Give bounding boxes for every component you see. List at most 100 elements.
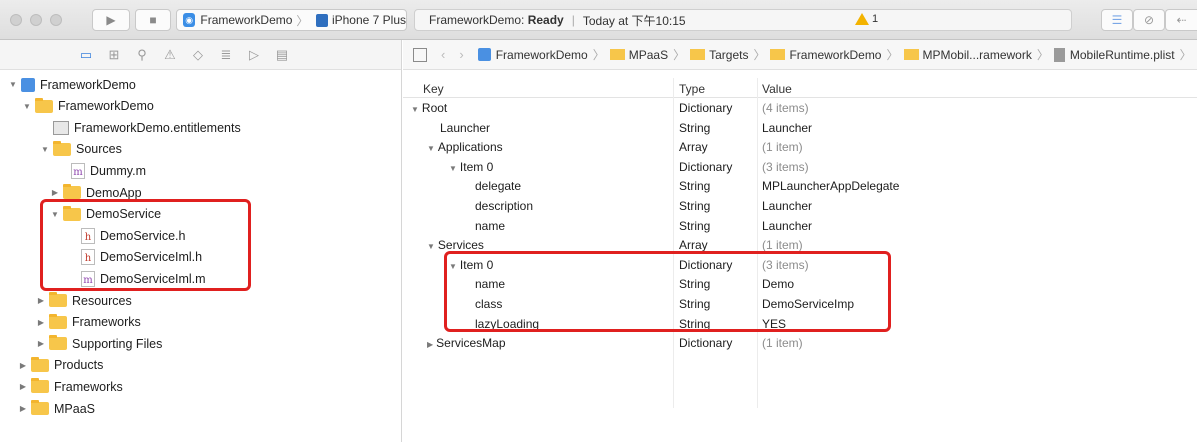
search-icon[interactable]: ⚲ bbox=[134, 47, 150, 63]
plist-type[interactable]: Array bbox=[679, 238, 708, 252]
tree-row[interactable]: h DemoService.h bbox=[0, 225, 400, 246]
plist-type[interactable]: String bbox=[679, 277, 710, 291]
run-button[interactable]: ▶ bbox=[92, 9, 130, 31]
report-icon[interactable]: ▤ bbox=[274, 47, 290, 63]
stop-button[interactable]: ■ bbox=[135, 9, 171, 31]
plist-key[interactable]: lazyLoading bbox=[475, 317, 539, 331]
tree-row[interactable]: FrameworkDemo.entitlements bbox=[0, 117, 400, 138]
disclosure-open-icon[interactable]: ▼ bbox=[449, 164, 457, 173]
plist-key[interactable]: delegate bbox=[475, 179, 521, 193]
plist-value[interactable]: (1 item) bbox=[762, 140, 803, 154]
tree-row[interactable]: h DemoServiceIml.h bbox=[0, 247, 400, 268]
plist-value[interactable]: (3 items) bbox=[762, 160, 809, 174]
disclosure-closed-icon[interactable]: ▶ bbox=[36, 296, 46, 305]
plist-value[interactable]: (4 items) bbox=[762, 101, 809, 115]
close-window-button[interactable] bbox=[10, 14, 22, 26]
tree-row[interactable]: ▶ Supporting Files bbox=[0, 333, 400, 354]
column-header-type[interactable]: Type bbox=[679, 82, 705, 96]
plist-value[interactable]: Demo bbox=[762, 277, 794, 291]
tree-row[interactable]: ▼ FrameworkDemo bbox=[0, 74, 400, 95]
tree-row[interactable]: ▶ Resources bbox=[0, 290, 400, 311]
disclosure-open-icon[interactable]: ▼ bbox=[22, 102, 32, 111]
tree-row[interactable]: ▶ Frameworks bbox=[0, 312, 400, 333]
plist-key[interactable]: name bbox=[475, 277, 505, 291]
plist-key[interactable]: ▼ Item 0 bbox=[449, 160, 493, 174]
plist-row[interactable]: name String Launcher bbox=[403, 216, 1197, 236]
plist-row[interactable]: description String Launcher bbox=[403, 196, 1197, 216]
plist-value[interactable]: (3 items) bbox=[762, 258, 809, 272]
back-chevron-icon[interactable]: ‹ bbox=[441, 47, 445, 62]
plist-type[interactable]: Dictionary bbox=[679, 258, 732, 272]
plist-key[interactable]: ▶ ServicesMap bbox=[427, 336, 506, 350]
plist-row[interactable]: name String Demo bbox=[403, 274, 1197, 294]
disclosure-open-icon[interactable]: ▼ bbox=[8, 80, 18, 89]
plist-key[interactable]: ▼ Services bbox=[427, 238, 484, 252]
tree-row[interactable]: m Dummy.m bbox=[0, 160, 400, 181]
warning-indicator[interactable]: 1 bbox=[855, 13, 878, 25]
tree-row[interactable]: ▶ Products bbox=[0, 355, 400, 376]
jump-item-mpaas[interactable]: MPaaS bbox=[609, 48, 668, 62]
disclosure-closed-icon[interactable]: ▶ bbox=[36, 339, 46, 348]
plist-value[interactable]: Launcher bbox=[762, 199, 812, 213]
disclosure-closed-icon[interactable]: ▶ bbox=[36, 318, 46, 327]
warning-tab-icon[interactable]: ⚠ bbox=[162, 47, 178, 63]
tree-row[interactable]: ▶ Frameworks bbox=[0, 376, 400, 397]
plist-key[interactable]: ▼ Root bbox=[411, 101, 447, 115]
plist-type[interactable]: String bbox=[679, 121, 710, 135]
plist-row[interactable]: ▼ Item 0 Dictionary (3 items) bbox=[403, 255, 1197, 275]
disclosure-closed-icon[interactable]: ▶ bbox=[18, 404, 28, 413]
tree-row[interactable]: ▶ DemoApp bbox=[0, 182, 400, 203]
plist-type[interactable]: Array bbox=[679, 140, 708, 154]
disclosure-open-icon[interactable]: ▼ bbox=[449, 262, 457, 271]
plist-row[interactable]: ▶ ServicesMap Dictionary (1 item) bbox=[403, 333, 1197, 353]
jump-item-plist[interactable]: MobileRuntime.plist bbox=[1053, 47, 1175, 62]
debug-icon[interactable]: ≣ bbox=[218, 47, 234, 63]
folder-icon[interactable]: ▭ bbox=[78, 47, 94, 63]
plist-value[interactable]: Launcher bbox=[762, 121, 812, 135]
plist-type[interactable]: Dictionary bbox=[679, 160, 732, 174]
plist-row[interactable]: ▼ Item 0 Dictionary (3 items) bbox=[403, 157, 1197, 177]
tree-row[interactable]: ▼ FrameworkDemo bbox=[0, 96, 400, 117]
scheme-selector[interactable]: ◉ FrameworkDemo 〉 iPhone 7 Plus bbox=[176, 9, 407, 31]
plist-row[interactable]: lazyLoading String YES bbox=[403, 314, 1197, 334]
plist-row[interactable]: delegate String MPLauncherAppDelegate bbox=[403, 176, 1197, 196]
plist-row[interactable]: ▼ Services Array (1 item) bbox=[403, 235, 1197, 255]
plist-key[interactable]: name bbox=[475, 219, 505, 233]
plist-type[interactable]: String bbox=[679, 297, 710, 311]
version-editor-button[interactable]: ⇠ bbox=[1165, 9, 1197, 31]
plist-row[interactable]: class String DemoServiceImp bbox=[403, 294, 1197, 314]
minimize-window-button[interactable] bbox=[30, 14, 42, 26]
source-control-icon[interactable]: ⊞ bbox=[106, 47, 122, 63]
disclosure-closed-icon[interactable]: ▶ bbox=[18, 361, 28, 370]
plist-key[interactable]: description bbox=[475, 199, 533, 213]
disclosure-open-icon[interactable]: ▼ bbox=[40, 145, 50, 154]
plist-value[interactable]: MPLauncherAppDelegate bbox=[762, 179, 899, 193]
disclosure-open-icon[interactable]: ▼ bbox=[411, 105, 419, 114]
plist-key[interactable]: ▼ Applications bbox=[427, 140, 503, 154]
disclosure-closed-icon[interactable]: ▶ bbox=[18, 382, 28, 391]
plist-row[interactable]: ▼ Root Dictionary (4 items) bbox=[403, 98, 1197, 118]
plist-type[interactable]: String bbox=[679, 317, 710, 331]
plist-type[interactable]: String bbox=[679, 199, 710, 213]
breakpoint-icon[interactable]: ▷ bbox=[246, 47, 262, 63]
tree-row[interactable]: ▼ DemoService bbox=[0, 204, 400, 225]
plist-row[interactable]: Launcher String Launcher bbox=[403, 118, 1197, 138]
disclosure-open-icon[interactable]: ▼ bbox=[50, 210, 60, 219]
forward-chevron-icon[interactable]: › bbox=[459, 47, 463, 62]
plist-key[interactable]: class bbox=[475, 297, 502, 311]
plist-type[interactable]: String bbox=[679, 219, 710, 233]
plist-value[interactable]: Launcher bbox=[762, 219, 812, 233]
jump-item-frameworkdemo[interactable]: FrameworkDemo bbox=[770, 48, 881, 62]
test-diamond-icon[interactable]: ◇ bbox=[190, 47, 206, 63]
plist-value[interactable]: (1 item) bbox=[762, 238, 803, 252]
jump-item-targets[interactable]: Targets bbox=[690, 48, 748, 62]
standard-editor-button[interactable]: ☰ bbox=[1101, 9, 1133, 31]
disclosure-closed-icon[interactable]: ▶ bbox=[427, 340, 433, 349]
column-header-key[interactable]: Key bbox=[423, 82, 444, 96]
disclosure-closed-icon[interactable]: ▶ bbox=[50, 188, 60, 197]
column-header-value[interactable]: Value bbox=[762, 82, 792, 96]
tree-row[interactable]: ▼ Sources bbox=[0, 139, 400, 160]
disclosure-open-icon[interactable]: ▼ bbox=[427, 242, 435, 251]
plist-value[interactable]: (1 item) bbox=[762, 336, 803, 350]
plist-type[interactable]: String bbox=[679, 179, 710, 193]
